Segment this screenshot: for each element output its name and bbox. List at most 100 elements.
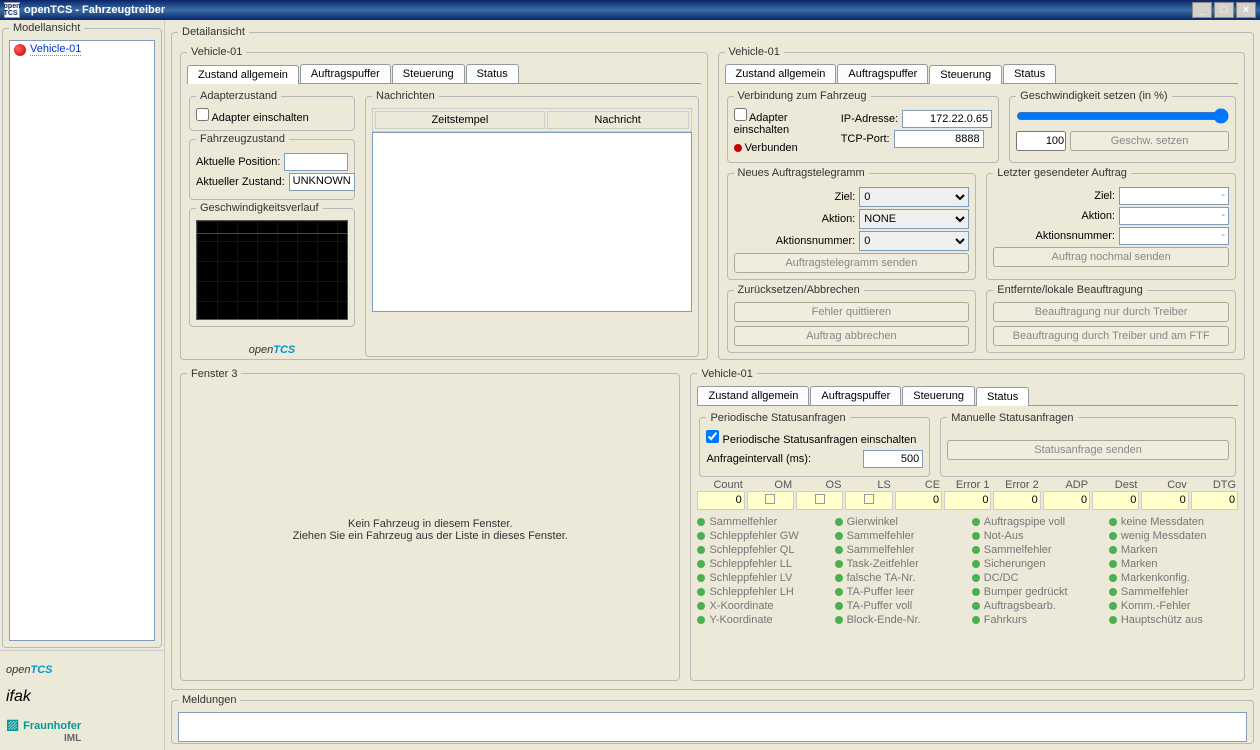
speed-value-input[interactable] <box>1016 131 1066 151</box>
status-led-item: Schleppfehler LV <box>697 572 826 584</box>
tab2-auftragspuffer[interactable]: Auftragspuffer <box>837 64 928 83</box>
col-nachricht[interactable]: Nachricht <box>547 111 689 129</box>
statusanfrage-senden-button[interactable]: Statusanfrage senden <box>947 440 1229 460</box>
ziel-select[interactable]: 0 <box>859 187 969 207</box>
modellansicht-panel: Modellansicht Vehicle-01 <box>2 22 162 648</box>
led-dot <box>1109 560 1117 568</box>
status-led-item: Marken <box>1109 544 1238 556</box>
status-led-item: Schleppfehler LH <box>697 586 826 598</box>
status-led-item: Komm.-Fehler <box>1109 600 1238 612</box>
vehicle-tree[interactable]: Vehicle-01 <box>9 40 155 641</box>
led-dot <box>1109 616 1117 624</box>
tab2-steuerung[interactable]: Steuerung <box>929 65 1002 84</box>
tab-auftragspuffer[interactable]: Auftragspuffer <box>300 64 391 83</box>
led-dot <box>835 518 843 526</box>
status-header: Error 1 <box>944 479 991 491</box>
status-led-item: Sicherungen <box>972 558 1101 570</box>
letzter-auftrag-panel: Letzter gesendeter Auftrag Ziel:- Aktion… <box>986 167 1236 280</box>
led-dot <box>1109 602 1117 610</box>
status-led-item: Not-Aus <box>972 530 1101 542</box>
beauftragung-treiber-button[interactable]: Beauftragung nur durch Treiber <box>993 302 1229 322</box>
led-dot <box>697 532 705 540</box>
tab2-status[interactable]: Status <box>1003 64 1056 83</box>
status-led-item: Schleppfehler GW <box>697 530 826 542</box>
led-dot <box>697 574 705 582</box>
status-led-item: keine Messdaten <box>1109 516 1238 528</box>
auftrag-nochmal-senden-button[interactable]: Auftrag nochmal senden <box>993 247 1229 267</box>
tab3-steuerung[interactable]: Steuerung <box>902 386 975 405</box>
aktueller-zustand-field: UNKNOWN <box>289 173 355 191</box>
modellansicht-legend: Modellansicht <box>9 22 84 34</box>
led-dot <box>972 546 980 554</box>
led-dot <box>835 602 843 610</box>
led-dot <box>972 616 980 624</box>
status-value: 0 <box>1141 491 1188 510</box>
status-led-item: Auftragsbearb. <box>972 600 1101 612</box>
tab-zustand-allgemein[interactable]: Zustand allgemein <box>187 65 299 84</box>
auftragstelegramm-senden-button[interactable]: Auftragstelegramm senden <box>734 253 970 273</box>
aktionsnummer-select[interactable]: 0 <box>859 231 969 251</box>
aktion-select[interactable]: NONE <box>859 209 969 229</box>
auftrag-abbrechen-button[interactable]: Auftrag abbrechen <box>734 326 970 346</box>
ip-input[interactable] <box>902 110 992 128</box>
opentcs-logo-pane: openTCS <box>187 333 357 359</box>
meldungen-body[interactable] <box>178 712 1247 742</box>
adapter-checkbox-steuerung[interactable]: Adapter einschalten <box>734 112 790 136</box>
status-led-item: TA-Puffer voll <box>835 600 964 612</box>
status-led-item: falsche TA-Nr. <box>835 572 964 584</box>
detailansicht-legend: Detailansicht <box>178 26 249 38</box>
vehicle-status-led <box>14 44 26 56</box>
adapter-checkbox-zustand[interactable]: Adapter einschalten <box>196 112 309 124</box>
status-led-item: Block-Ende-Nr. <box>835 614 964 626</box>
status-values-row: 00000000 <box>697 491 1238 510</box>
status-value: 0 <box>993 491 1040 510</box>
fenster3-dropzone[interactable]: Kein Fahrzeug in diesem Fenster. Ziehen … <box>187 386 673 675</box>
vehicle-pane-steuerung: Vehicle-01 Zustand allgemein Auftragspuf… <box>718 46 1246 360</box>
status-led-item: Sammelfehler <box>972 544 1101 556</box>
status-header: Count <box>697 479 744 491</box>
col-zeitstempel[interactable]: Zeitstempel <box>375 111 545 129</box>
nachrichten-body[interactable] <box>372 132 692 312</box>
nachrichten-panel: Nachrichten ZeitstempelNachricht <box>365 90 699 357</box>
minimize-button[interactable]: _ <box>1192 2 1212 18</box>
tab2-zustand[interactable]: Zustand allgemein <box>725 64 837 83</box>
led-dot <box>835 588 843 596</box>
led-dot <box>697 546 705 554</box>
beauftragung-ftf-button[interactable]: Beauftragung durch Treiber und am FTF <box>993 326 1229 346</box>
vehicle-tree-item[interactable]: Vehicle-01 <box>10 41 154 58</box>
status-led-item: Auftragspipe voll <box>972 516 1101 528</box>
fenster3-panel: Fenster 3 Kein Fahrzeug in diesem Fenste… <box>180 368 680 682</box>
speed-slider[interactable] <box>1016 108 1229 124</box>
status-header: ADP <box>1043 479 1090 491</box>
status-header: Cov <box>1141 479 1188 491</box>
port-input[interactable] <box>894 130 984 148</box>
status-header: Dest <box>1092 479 1139 491</box>
zuruecksetzen-panel: Zurücksetzen/Abbrechen Fehler quittieren… <box>727 284 977 353</box>
nachrichten-table[interactable]: ZeitstempelNachricht <box>372 108 692 132</box>
tab3-auftragspuffer[interactable]: Auftragspuffer <box>810 386 901 405</box>
led-dot <box>835 560 843 568</box>
status-led-item: wenig Messdaten <box>1109 530 1238 542</box>
vehicle-pane-zustand: Vehicle-01 Zustand allgemein Auftragspuf… <box>180 46 708 360</box>
tab-status[interactable]: Status <box>466 64 519 83</box>
led-dot <box>835 546 843 554</box>
geschw-setzen-button[interactable]: Geschw. setzen <box>1070 131 1229 151</box>
fehler-quittieren-button[interactable]: Fehler quittieren <box>734 302 970 322</box>
close-button[interactable]: × <box>1236 2 1256 18</box>
maximize-button[interactable]: □ <box>1214 2 1234 18</box>
tab3-status[interactable]: Status <box>976 387 1029 406</box>
periodische-checkbox[interactable]: Periodische Statusanfragen einschalten <box>706 434 916 446</box>
periodische-statusanfragen-panel: Periodische Statusanfragen Periodische S… <box>699 412 930 477</box>
logo-panel: openTCS ifak ▨ FraunhoferIML <box>0 650 164 750</box>
status-led-item: Marken <box>1109 558 1238 570</box>
status-led-item: TA-Puffer leer <box>835 586 964 598</box>
anfrageintervall-input[interactable] <box>863 450 923 468</box>
beauftragung-panel: Entfernte/lokale Beauftragung Beauftragu… <box>986 284 1236 353</box>
status-led-item: Sammelfehler <box>835 544 964 556</box>
led-dot <box>972 602 980 610</box>
tab3-zustand[interactable]: Zustand allgemein <box>697 386 809 405</box>
led-dot <box>697 616 705 624</box>
tab-steuerung[interactable]: Steuerung <box>392 64 465 83</box>
led-dot <box>1109 588 1117 596</box>
led-dot <box>697 588 705 596</box>
